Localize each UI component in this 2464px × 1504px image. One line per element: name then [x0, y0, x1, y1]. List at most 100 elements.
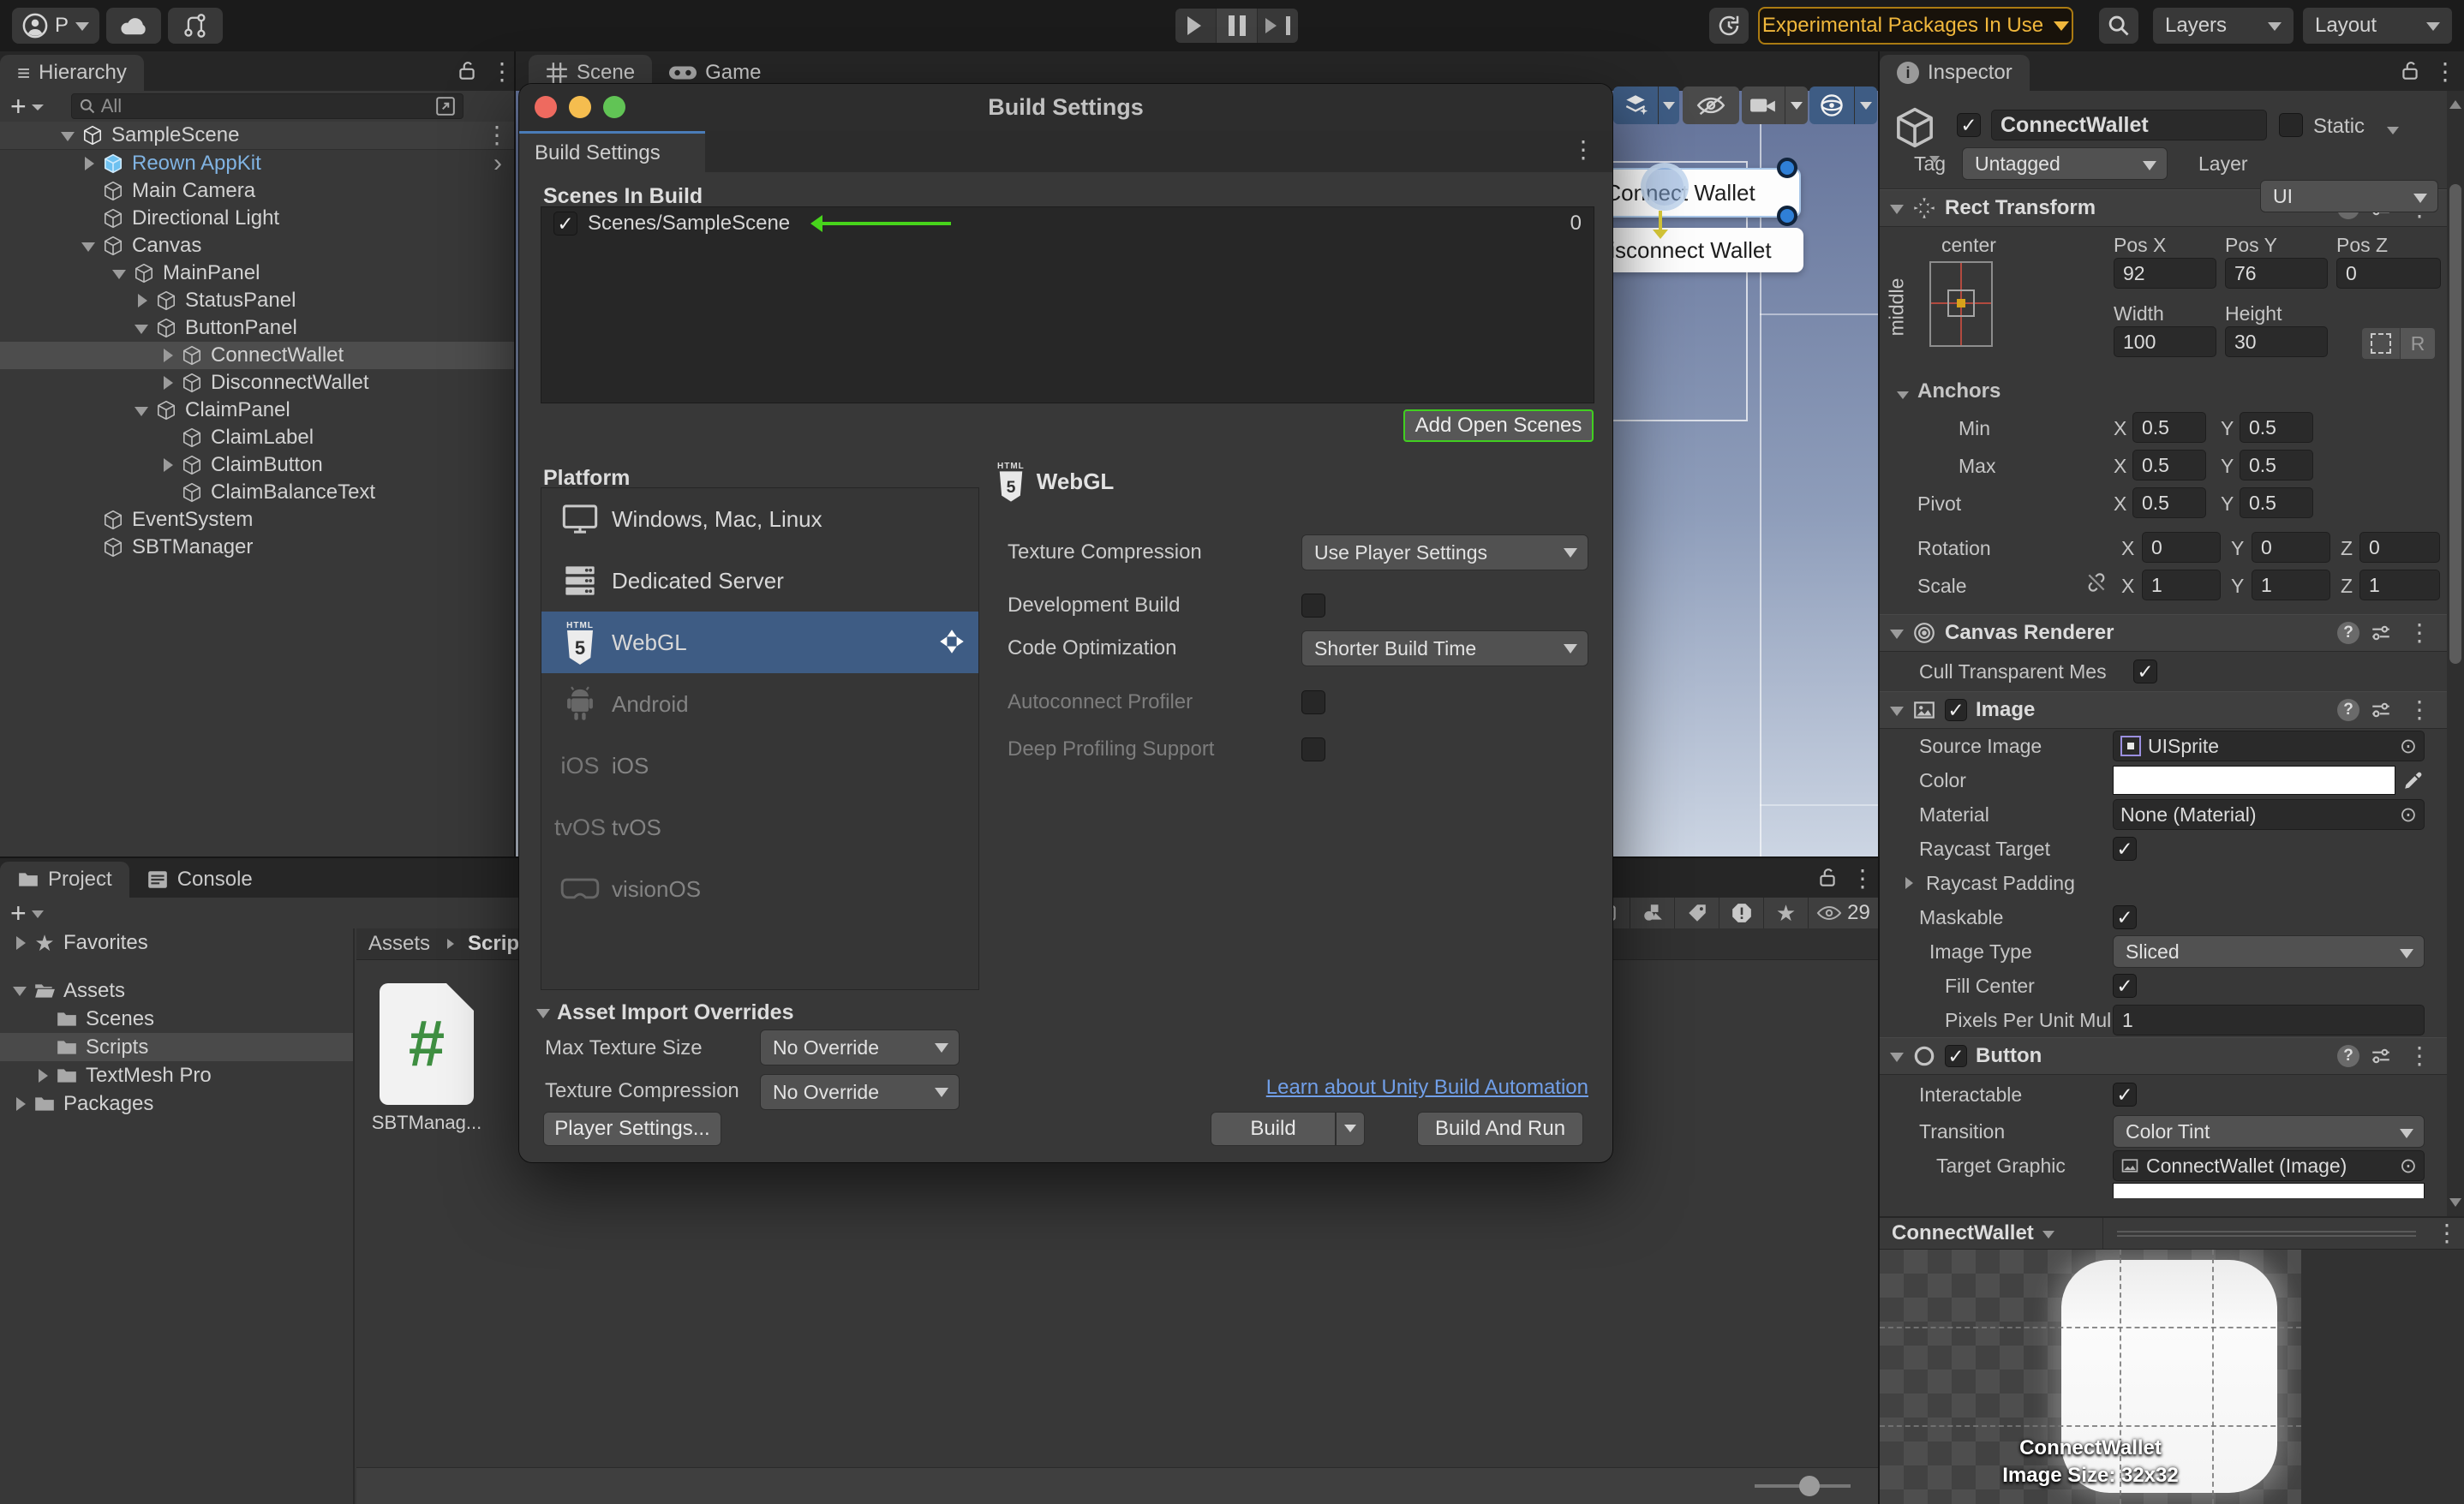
setting-checkbox[interactable]	[1301, 594, 1325, 618]
object-picker-icon[interactable]: ⊙	[2400, 803, 2417, 827]
interactable-checkbox[interactable]: ✓	[2113, 1083, 2137, 1107]
image-type-dropdown[interactable]: Sliced	[2113, 935, 2425, 968]
max-y-field[interactable]: 0.5	[2240, 450, 2313, 480]
tab-console[interactable]: Console	[129, 862, 270, 898]
width-field[interactable]: 100	[2114, 326, 2216, 357]
lock-icon[interactable]	[1818, 867, 1837, 889]
close-icon[interactable]	[535, 96, 557, 118]
active-checkbox[interactable]: ✓	[1957, 113, 1981, 137]
image-header[interactable]: ✓ Image ?⋮	[1880, 691, 2447, 729]
hierarchy-item-sbtmanager[interactable]: SBTManager	[0, 534, 514, 561]
scroll-down-icon[interactable]	[2449, 1198, 2461, 1213]
max-texture-size-dropdown[interactable]: No Override	[760, 1030, 960, 1065]
tab-project[interactable]: Project	[0, 862, 129, 898]
breadcrumb-assets[interactable]: Assets	[368, 932, 430, 956]
blueprint-mode-button[interactable]	[2362, 328, 2400, 359]
kebab-icon[interactable]: ⋮	[2402, 1044, 2437, 1068]
expand-arrow-icon[interactable]	[156, 376, 178, 390]
player-settings-button[interactable]: Player Settings...	[543, 1112, 721, 1146]
expand-arrow-icon[interactable]	[9, 978, 31, 1003]
hierarchy-item-eventsystem[interactable]: EventSystem	[0, 506, 514, 534]
shading-mode-button[interactable]	[1613, 87, 1679, 124]
move-gizmo[interactable]	[1641, 163, 1689, 211]
project-item-favorites[interactable]: ★Favorites	[0, 928, 353, 957]
expand-arrow-icon[interactable]	[31, 1069, 53, 1083]
project-item-scripts[interactable]: Scripts	[0, 1033, 353, 1061]
static-checkbox[interactable]	[2279, 113, 2303, 137]
platform-webgl[interactable]: HTML5WebGL	[541, 612, 978, 673]
gameobject-name-field[interactable]: ConnectWallet	[1991, 110, 2267, 140]
static-flags-dropdown-icon[interactable]	[2387, 127, 2399, 140]
kebab-icon[interactable]: ⋮	[485, 60, 519, 84]
breadcrumb-current[interactable]: Script	[468, 932, 526, 956]
scene-list-item[interactable]: ✓ Scenes/SampleScene 0	[541, 207, 1594, 240]
hierarchy-search-input[interactable]: All	[71, 93, 463, 119]
play-button[interactable]	[1175, 9, 1216, 43]
rotation-x-field[interactable]: 0	[2142, 532, 2221, 563]
expand-arrow-icon[interactable]	[130, 398, 153, 423]
platform-visionos[interactable]: visionOS	[541, 858, 978, 920]
window-titlebar[interactable]: Build Settings	[519, 84, 1612, 131]
step-button[interactable]	[1257, 9, 1298, 43]
image-enabled-checkbox[interactable]: ✓	[1945, 699, 1967, 721]
search-button[interactable]	[2099, 8, 2138, 44]
visibility-count[interactable]: 29	[1808, 898, 1878, 928]
hierarchy-item-claimlabel[interactable]: ClaimLabel	[0, 424, 514, 451]
foldout-icon[interactable]	[1897, 391, 1909, 405]
layer-dropdown[interactable]: UI	[2260, 180, 2438, 212]
version-control-button[interactable]	[168, 8, 223, 44]
scrollbar-thumb[interactable]	[2449, 184, 2461, 664]
rotation-y-field[interactable]: 0	[2252, 532, 2330, 563]
chevron-down-icon[interactable]	[1658, 87, 1679, 124]
expand-arrow-icon[interactable]	[156, 458, 178, 472]
expand-arrow-icon[interactable]	[156, 349, 178, 362]
platform-android[interactable]: Android	[541, 673, 978, 735]
kebab-icon[interactable]: ⋮	[2402, 621, 2437, 645]
fill-center-checkbox[interactable]: ✓	[2113, 974, 2137, 998]
chevron-down-icon[interactable]	[1785, 87, 1808, 124]
raycast-target-checkbox[interactable]: ✓	[2113, 837, 2137, 861]
scale-x-field[interactable]: 1	[2142, 570, 2221, 600]
object-picker-icon[interactable]: ⊙	[2400, 1154, 2417, 1179]
texture-compression-override-dropdown[interactable]: No Override	[760, 1074, 960, 1110]
min-y-field[interactable]: 0.5	[2240, 412, 2313, 443]
anchor-preset-widget[interactable]	[1929, 261, 1993, 347]
kebab-icon[interactable]: ⋮	[2430, 1221, 2464, 1245]
foldout-icon[interactable]	[1890, 707, 1904, 723]
tab-inspector[interactable]: i Inspector	[1880, 55, 2030, 91]
inspector-scrollbar[interactable]	[2447, 91, 2464, 1216]
build-button[interactable]: Build	[1211, 1112, 1336, 1146]
min-x-field[interactable]: 0.5	[2132, 412, 2206, 443]
setting-checkbox[interactable]	[1301, 690, 1325, 714]
lock-icon[interactable]	[458, 60, 476, 82]
presets-icon[interactable]	[2370, 622, 2392, 644]
scale-y-field[interactable]: 1	[2252, 570, 2330, 600]
pixels-per-unit-field[interactable]: 1	[2113, 1005, 2425, 1035]
cloud-button[interactable]	[106, 8, 161, 44]
pos-y-field[interactable]: 76	[2225, 258, 2328, 289]
anchor-handle[interactable]	[1777, 158, 1797, 178]
kebab-icon[interactable]: ⋮	[1566, 138, 1600, 162]
chevron-down-icon[interactable]	[32, 910, 44, 924]
hierarchy-item-reown-appkit[interactable]: Reown AppKit›	[0, 150, 514, 177]
experimental-packages-warning[interactable]: Experimental Packages In Use	[1758, 7, 2073, 45]
hierarchy-item-directional-light[interactable]: Directional Light	[0, 205, 514, 232]
add-icon[interactable]: +	[10, 899, 27, 927]
csharp-script-asset[interactable]: #	[380, 983, 474, 1105]
foldout-icon[interactable]	[1890, 205, 1904, 221]
preview-footer[interactable]: ConnectWallet ⋮	[1880, 1216, 2464, 1250]
kebab-icon[interactable]: ⋮	[2428, 60, 2462, 84]
scene-checkbox[interactable]: ✓	[553, 212, 577, 236]
tag-dropdown[interactable]: Untagged	[1962, 147, 2168, 180]
hierarchy-item-claimpanel[interactable]: ClaimPanel	[0, 397, 514, 424]
max-x-field[interactable]: 0.5	[2132, 450, 2206, 480]
add-icon[interactable]: +	[10, 93, 27, 120]
scroll-up-icon[interactable]	[2449, 94, 2461, 109]
hierarchy-item-main-camera[interactable]: Main Camera	[0, 177, 514, 205]
project-item-assets[interactable]: Assets	[0, 976, 353, 1005]
label-filter-icon[interactable]	[1674, 898, 1719, 928]
cull-transparent-mesh-checkbox[interactable]: ✓	[2133, 659, 2157, 683]
gizmos-button[interactable]	[1809, 87, 1877, 124]
layers-dropdown[interactable]: Layers	[2153, 8, 2294, 44]
scale-z-field[interactable]: 1	[2359, 570, 2440, 600]
